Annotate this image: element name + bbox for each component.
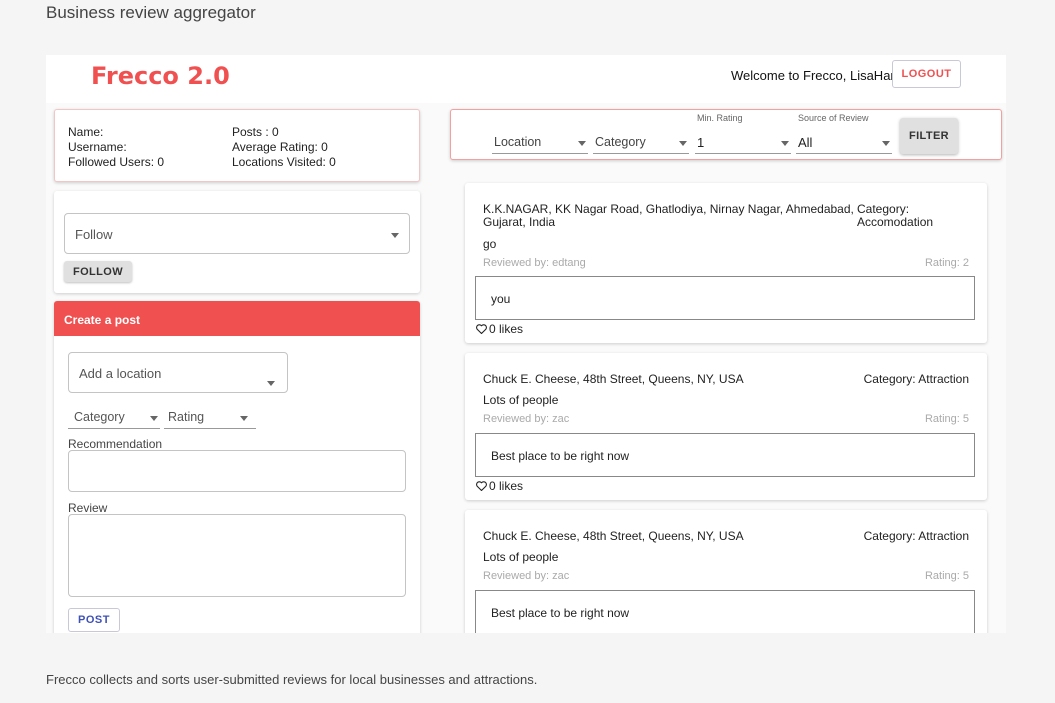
profile-summary-card: Name: Username: Followed Users: 0 Posts … [54, 109, 420, 182]
review-card: Chuck E. Cheese, 48th Street, Queens, NY… [465, 353, 987, 500]
page-caption-description: Frecco collects and sorts user-submitted… [46, 672, 538, 687]
recommendation-label: Recommendation [68, 437, 163, 451]
profile-posts: Posts : 0 [232, 125, 279, 139]
review-text-box: you [475, 276, 975, 320]
follow-select[interactable]: Follow [64, 213, 410, 254]
filter-location-select[interactable]: Location [492, 132, 588, 154]
post-rating-placeholder: Rating [168, 410, 205, 424]
filter-location-placeholder: Location [494, 135, 542, 149]
review-rating: Rating: 2 [924, 257, 969, 269]
review-category: Category: Attraction [863, 372, 969, 386]
create-post-header: Create a post [54, 301, 420, 336]
review-card: Chuck E. Cheese, 48th Street, Queens, NY… [465, 510, 987, 633]
filter-min-rating-select[interactable]: Min. Rating 1 [695, 113, 791, 154]
review-card: K.K.NAGAR, KK Nagar Road, Ghatlodiya, Ni… [465, 183, 987, 343]
chevron-down-icon [391, 233, 399, 238]
app-window: Frecco 2.0 Welcome to Frecco, LisaHan! L… [46, 55, 1006, 633]
profile-username: Username: [68, 140, 127, 154]
review-likes[interactable]: 0 likes [476, 479, 523, 493]
review-text: Best place to be right now [491, 606, 630, 620]
filter-source-select[interactable]: Source of Review All [796, 113, 892, 154]
chevron-down-icon [150, 416, 158, 421]
review-author: Reviewed by: edtang [483, 257, 586, 269]
heart-icon[interactable] [476, 481, 487, 491]
review-rating: Rating: 5 [924, 413, 969, 425]
post-category-placeholder: Category [74, 410, 125, 424]
filter-category-placeholder: Category [595, 135, 646, 149]
review-text-box: Best place to be right now [475, 590, 975, 633]
review-title: Lots of people [483, 393, 559, 407]
profile-left-column: Name: Username: Followed Users: 0 [68, 125, 164, 170]
profile-name: Name: [68, 125, 104, 139]
page-caption-title: Business review aggregator [46, 3, 256, 22]
chevron-down-icon [679, 141, 687, 146]
location-select[interactable]: Add a location [68, 352, 288, 393]
review-likes[interactable]: 0 likes [476, 322, 523, 336]
review-category: Category: Attraction [863, 529, 969, 543]
follow-select-placeholder: Follow [75, 227, 113, 242]
review-label: Review [68, 501, 108, 515]
profile-followed-users: Followed Users: 0 [68, 155, 165, 169]
chevron-down-icon [882, 141, 890, 146]
heart-icon[interactable] [476, 324, 487, 334]
brand-logo[interactable]: Frecco 2.0 [91, 62, 230, 90]
filter-button[interactable]: FILTER [900, 118, 958, 154]
review-author: Reviewed by: zac [483, 413, 570, 425]
logout-button[interactable]: LOGOUT [892, 60, 961, 88]
location-select-placeholder: Add a location [79, 366, 162, 381]
review-location: Chuck E. Cheese, 48th Street, Queens, NY… [483, 529, 744, 543]
review-location: K.K.NAGAR, KK Nagar Road, Ghatlodiya, Ni… [483, 203, 854, 229]
post-rating-select[interactable]: Rating [164, 407, 256, 429]
chevron-down-icon [240, 416, 248, 421]
filter-min-rating-label: Min. Rating [697, 113, 743, 123]
filter-source-value: All [798, 135, 813, 150]
chevron-down-icon [267, 381, 275, 386]
profile-right-column: Posts : 0 Average Rating: 0 Locations Vi… [232, 125, 336, 170]
review-title: Lots of people [483, 550, 559, 564]
post-button[interactable]: POST [68, 608, 120, 632]
profile-locations-visited: Locations Visited: 0 [232, 155, 336, 169]
chevron-down-icon [578, 141, 586, 146]
follow-button[interactable]: FOLLOW [64, 261, 132, 282]
profile-average-rating: Average Rating: 0 [232, 140, 328, 154]
review-text-box: Best place to be right now [475, 433, 975, 477]
review-category-value: Accomodation [857, 215, 934, 229]
recommendation-input[interactable] [68, 450, 406, 492]
review-text: you [491, 292, 511, 306]
review-text: Best place to be right now [491, 449, 630, 463]
chevron-down-icon [781, 141, 789, 146]
filter-source-label: Source of Review [798, 113, 869, 123]
app-header: Frecco 2.0 Welcome to Frecco, LisaHan! L… [46, 55, 1006, 103]
filter-min-rating-value: 1 [697, 135, 705, 150]
review-category: Category: Accomodation [857, 203, 933, 229]
post-category-select[interactable]: Category [68, 407, 160, 429]
review-rating: Rating: 5 [924, 570, 969, 582]
review-author: Reviewed by: zac [483, 570, 570, 582]
filter-category-select[interactable]: Category [593, 132, 689, 154]
review-likes-count: 0 likes [489, 479, 524, 493]
welcome-message: Welcome to Frecco, LisaHan! [731, 68, 902, 83]
review-likes-count: 0 likes [489, 322, 524, 336]
review-textarea[interactable] [68, 514, 406, 597]
review-location: Chuck E. Cheese, 48th Street, Queens, NY… [483, 372, 744, 386]
review-location-line: Gujarat, India [483, 215, 556, 229]
review-title: go [483, 237, 497, 251]
